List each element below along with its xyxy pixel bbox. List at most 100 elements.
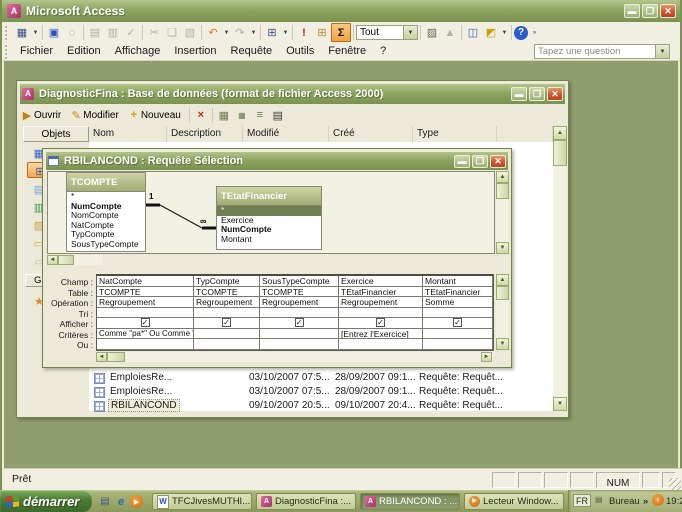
column-cree[interactable]: Créé xyxy=(329,126,413,142)
menu-fichier[interactable]: Fichier xyxy=(13,43,60,60)
start-button[interactable]: démarrer xyxy=(0,490,92,512)
grid-champ-cell[interactable]: Exercice xyxy=(339,276,423,287)
query-minimize-button[interactable]: ▬ xyxy=(454,155,470,168)
scroll-up-icon[interactable]: ▲ xyxy=(496,171,509,183)
new-object-icon[interactable]: ◩ xyxy=(482,24,500,41)
grid-champ-cell[interactable]: Montant xyxy=(423,276,493,287)
grid-table-cell[interactable]: TEtatFinancier xyxy=(339,287,423,298)
afficher-checkbox[interactable]: ✓ xyxy=(141,318,150,327)
menu-insertion[interactable]: Insertion xyxy=(167,43,223,60)
menubar-handle[interactable] xyxy=(5,45,10,59)
database-window-icon[interactable]: ◫ xyxy=(464,24,482,41)
grid-hscrollbar[interactable]: ◄ ► xyxy=(96,352,492,362)
maximize-button[interactable]: ❐ xyxy=(642,4,658,18)
question-box[interactable]: Tapez une question ▼ xyxy=(534,44,670,59)
task-media-player[interactable]: ▶ Lecteur Window... xyxy=(464,493,564,510)
toolbar-handle[interactable] xyxy=(5,26,10,40)
grid-operation-cell[interactable]: Regroupement xyxy=(194,297,260,308)
grid-table-cell[interactable]: TEtatFinancier xyxy=(423,287,493,298)
column-nom[interactable]: Nom xyxy=(89,126,167,142)
menu-fenetre[interactable]: Fenêtre xyxy=(321,43,373,60)
list-view-icon[interactable]: ≡ xyxy=(251,107,269,124)
query-type-dropdown-icon[interactable]: ▼ xyxy=(281,24,290,41)
grid-ou-cell[interactable] xyxy=(260,339,339,350)
scroll-left-icon[interactable]: ◄ xyxy=(96,352,107,362)
grid-criteres-cell[interactable] xyxy=(260,329,339,340)
menu-outils[interactable]: Outils xyxy=(279,43,321,60)
grid-operation-cell[interactable]: Somme xyxy=(423,297,493,308)
task-rbilancond[interactable]: A RBILANCOND : ... xyxy=(360,493,460,510)
file-search-icon[interactable]: ◌ xyxy=(63,24,81,41)
scroll-down-icon[interactable]: ▼ xyxy=(496,338,509,350)
db-titlebar[interactable]: A DiagnosticFina : Base de données (form… xyxy=(20,84,565,104)
grid-tri-cell[interactable] xyxy=(260,308,339,319)
column-type[interactable]: Type xyxy=(413,126,497,142)
db-scroll-thumb[interactable] xyxy=(553,140,567,166)
objects-header[interactable]: Objets xyxy=(23,126,89,142)
diagram-vscrollbar[interactable]: ▲ ▼ xyxy=(496,171,509,254)
details-view-icon[interactable]: ▤ xyxy=(269,107,287,124)
grid-tri-cell[interactable] xyxy=(423,308,493,319)
ie-icon[interactable]: e xyxy=(114,495,128,508)
column-modifie[interactable]: Modifié xyxy=(243,126,329,142)
show-desktop-icon[interactable]: ▤ xyxy=(98,495,112,508)
new-object-dropdown-icon[interactable]: ▼ xyxy=(500,24,509,41)
totals-icon[interactable]: Σ xyxy=(331,23,351,42)
grid-criteres-cell[interactable]: [Entrez l'Exercice] xyxy=(339,329,423,340)
scroll-up-icon[interactable]: ▲ xyxy=(553,126,567,140)
spelling-icon[interactable]: ✓ xyxy=(122,24,140,41)
afficher-checkbox[interactable]: ✓ xyxy=(222,318,231,327)
column-description[interactable]: Description xyxy=(167,126,243,142)
grid-champ-cell[interactable]: TypCompte xyxy=(194,276,260,287)
grid-ou-cell[interactable] xyxy=(339,339,423,350)
db-row-2[interactable]: EmploiesRe... 03/10/2007 07:5... 28/09/2… xyxy=(89,386,553,400)
menu-requete[interactable]: Requête xyxy=(224,43,280,60)
main-titlebar[interactable]: A Microsoft Access ▬ ❐ ✕ xyxy=(2,0,680,22)
grid-hthumb[interactable] xyxy=(107,352,125,362)
redo-icon[interactable]: ↷ xyxy=(231,24,249,41)
menu-help[interactable]: ? xyxy=(373,43,393,60)
field-montant[interactable]: Montant xyxy=(217,235,321,245)
diagram-hthumb[interactable] xyxy=(58,255,74,265)
db-row-selected[interactable]: RBILANCOND 09/10/2007 20:5... 09/10/2007… xyxy=(89,400,553,414)
open-button[interactable]: Ouvrir xyxy=(34,110,61,121)
toolbar-overflow-icon[interactable]: » xyxy=(643,496,648,507)
grid-ou-cell[interactable] xyxy=(97,339,194,350)
build-icon[interactable]: ▲ xyxy=(441,24,459,41)
db-maximize-button[interactable]: ❐ xyxy=(529,87,545,101)
grid-table-cell[interactable]: TCOMPTE xyxy=(194,287,260,298)
large-icons-icon[interactable]: ▦ xyxy=(215,107,233,124)
view-dropdown-icon[interactable]: ▼ xyxy=(31,24,40,41)
task-word-doc[interactable]: W TFCJivesMUTHI... xyxy=(152,493,252,510)
save-icon[interactable]: ▣ xyxy=(45,24,63,41)
resize-grip[interactable] xyxy=(669,478,681,490)
grid-operation-cell[interactable]: Regroupement xyxy=(97,297,194,308)
paste-icon[interactable]: ▧ xyxy=(181,24,199,41)
grid-tri-cell[interactable] xyxy=(339,308,423,319)
undo-dropdown-icon[interactable]: ▼ xyxy=(222,24,231,41)
language-indicator[interactable]: FR xyxy=(573,494,591,507)
hide-icons-icon[interactable]: ‹ xyxy=(652,494,664,506)
task-diagnosticfina[interactable]: A DiagnosticFina :... xyxy=(256,493,356,510)
language-options-icon[interactable]: ▤ xyxy=(595,495,605,506)
new-button[interactable]: Nouveau xyxy=(141,110,181,121)
media-player-icon[interactable]: ▶ xyxy=(130,495,143,508)
grid-criteres-cell[interactable] xyxy=(423,329,493,340)
menu-edition[interactable]: Edition xyxy=(60,43,108,60)
help-icon[interactable]: ? xyxy=(514,26,528,40)
table-tetatfinancier[interactable]: TEtatFinancier * Exercice NumCompte Mont… xyxy=(216,186,322,250)
grid-ou-cell[interactable] xyxy=(423,339,493,350)
copy-icon[interactable]: ❏ xyxy=(163,24,181,41)
properties-icon[interactable]: ▨ xyxy=(423,24,441,41)
field-soustypecompte[interactable]: SousTypeCompte xyxy=(67,240,145,250)
print-icon[interactable]: ▤ xyxy=(86,24,104,41)
close-button[interactable]: ✕ xyxy=(660,4,676,18)
scroll-left-icon[interactable]: ◄ xyxy=(47,255,58,265)
view-design-icon[interactable]: ▦ xyxy=(13,24,31,41)
top-values-combo[interactable]: Tout ▼ xyxy=(356,25,418,40)
small-icons-icon[interactable]: ▦ xyxy=(233,107,251,124)
grid-table-cell[interactable]: TCOMPTE xyxy=(260,287,339,298)
undo-icon[interactable]: ↶ xyxy=(204,24,222,41)
query-titlebar[interactable]: RBILANCOND : Requête Sélection ▬ ❐ ✕ xyxy=(46,152,508,170)
query-maximize-button[interactable]: ❐ xyxy=(472,155,488,168)
